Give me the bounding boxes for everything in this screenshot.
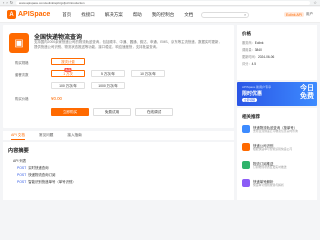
detail-value: 3840 bbox=[254, 48, 262, 52]
detail-value: 2024-06-06 bbox=[257, 55, 275, 59]
truck-icon: ▣ bbox=[9, 33, 29, 53]
address-bar[interactable]: www.apispace.com/eolink/api/zgsfjxc/intr… bbox=[16, 0, 311, 5]
browser-chrome: ‹ › ↻ www.apispace.com/eolink/api/zgsfjx… bbox=[0, 0, 320, 6]
nav-item-docs[interactable]: 文档 bbox=[184, 12, 193, 18]
promo-banner[interactable]: APISpace 新用户专享 限时优惠 立即领取 今日 免费 bbox=[237, 82, 317, 106]
search-input[interactable]: ⌕ bbox=[201, 11, 250, 18]
search-icon: ⌕ bbox=[244, 12, 247, 17]
count-option-label: 5 万次/年 bbox=[101, 72, 115, 76]
endpoint-item[interactable]: POST 智能识别快递单号（单号识别） bbox=[17, 179, 76, 184]
detail-key: 服务商： bbox=[242, 41, 255, 45]
nav-item-find-api[interactable]: 找接口 bbox=[81, 12, 95, 18]
nav-item-console[interactable]: 我的控制台 bbox=[152, 12, 175, 18]
count-option-1[interactable]: 热销 1 万次 bbox=[51, 68, 85, 77]
related-title: 相关推荐 bbox=[242, 114, 260, 119]
detail-value: 4.5 bbox=[251, 62, 256, 66]
logo-text: APISpace bbox=[18, 11, 51, 18]
related-item[interactable]: 物流订阅推送 订阅物流状态变更实时推送 bbox=[242, 161, 314, 175]
related-item[interactable]: 快递物流轨迹查询（按单号） 支持主流快递公司物流信息实时查询 bbox=[242, 125, 314, 139]
endpoint-item[interactable]: POST 实时快递查询 bbox=[17, 165, 49, 170]
promo-subtitle: APISpace 新用户专享 bbox=[242, 85, 272, 89]
buy-button[interactable]: 立即购买 bbox=[51, 108, 89, 116]
spec-label: 购买规格 bbox=[15, 61, 29, 65]
count-option-label: 1000 万次/年 bbox=[98, 84, 118, 88]
content-title: 内容摘要 bbox=[8, 148, 29, 154]
count-option-2[interactable]: 5 万次/年 bbox=[91, 70, 125, 77]
related-item[interactable]: 快递单号解析 快递单号规则校验与解析 bbox=[242, 179, 314, 193]
api-card: ▣ 全国快递物流查询 支持国内2000余家快递公司的物流轨迹查询，包括顺丰、中通… bbox=[3, 25, 234, 128]
url-text: www.apispace.com/eolink/api/zgsfjxc/intr… bbox=[19, 0, 85, 5]
tab-api-docs[interactable]: API 文档 bbox=[11, 133, 25, 140]
browser-nav: ‹ › ↻ bbox=[3, 0, 13, 5]
doc-tabs: API 文档 常见问题 接入指南 bbox=[3, 131, 234, 140]
related-desc: 支持主流快递公司物流信息实时查询 bbox=[253, 129, 298, 133]
endpoint-item[interactable]: POST 快递物流查询订阅 bbox=[17, 172, 55, 177]
promo-headline: 限时优惠 bbox=[242, 91, 263, 97]
top-nav: A APISpace 首页 找接口 解决方案 帮助 我的控制台 文档 ⌕ Eol… bbox=[0, 7, 320, 23]
trial-button[interactable]: 免费试用 bbox=[93, 108, 131, 116]
spec-option[interactable]: 按次计费 bbox=[51, 58, 85, 65]
endpoint-name: 快递物流查询订阅 bbox=[28, 173, 56, 177]
api-icon bbox=[242, 179, 250, 187]
tab-faq[interactable]: 常见问题 bbox=[39, 133, 53, 138]
content-section: 内容摘要 API 列表 POST 实时快递查询 POST 快递物流查询订阅 POST… bbox=[3, 142, 234, 200]
price-value: ¥0.00 bbox=[51, 96, 62, 101]
method-label: POST bbox=[17, 166, 27, 170]
logo-mark: A bbox=[7, 10, 16, 19]
test-button[interactable]: 在线调试 bbox=[135, 108, 173, 116]
count-label: 套餐次数 bbox=[15, 73, 29, 77]
count-option-label: 10 万次/年 bbox=[140, 72, 156, 76]
method-label: POST bbox=[17, 173, 27, 177]
api-icon bbox=[242, 125, 250, 133]
endpoint-name: 实时快递查询 bbox=[28, 166, 49, 170]
promo-big-text: 今日 免费 bbox=[300, 85, 314, 100]
count-option-5[interactable]: 1000 万次/年 bbox=[91, 82, 125, 89]
detail-line: 更新时间：2024-06-06 bbox=[242, 54, 274, 59]
api-icon bbox=[242, 161, 250, 169]
detail-line: 评分：4.5 bbox=[242, 61, 256, 66]
detail-card: 价格 服务商：Eolink 调用量：3840 更新时间：2024-06-06 评… bbox=[237, 25, 317, 80]
nav-item-solutions[interactable]: 解决方案 bbox=[105, 12, 123, 18]
tab-guide[interactable]: 接入指南 bbox=[67, 133, 81, 138]
back-icon[interactable]: ‹ bbox=[3, 0, 4, 5]
forward-icon[interactable]: › bbox=[6, 0, 7, 5]
endpoint-name: 智能识别快递单号（单号识别） bbox=[28, 180, 76, 184]
detail-key: 调用量： bbox=[242, 48, 255, 52]
spec-option-label: 按次计费 bbox=[61, 60, 75, 64]
count-option-4[interactable]: 100 万次/年 bbox=[51, 82, 85, 89]
api-list-label: API 列表 bbox=[13, 159, 27, 163]
related-item[interactable]: 快递公司识别 根据快递单号智能识别快递公司 bbox=[242, 143, 314, 157]
related-panel: 相关推荐 快递物流轨迹查询（按单号） 支持主流快递公司物流信息实时查询 快递公司… bbox=[237, 108, 317, 200]
api-icon bbox=[242, 143, 250, 151]
detail-key: 更新时间： bbox=[242, 55, 258, 59]
detail-key: 评分： bbox=[242, 62, 252, 66]
user-area: Eolink API 用户 bbox=[284, 12, 313, 17]
related-desc: 快递单号规则校验与解析 bbox=[253, 183, 284, 187]
logo[interactable]: A APISpace bbox=[7, 10, 50, 19]
detail-value: Eolink bbox=[254, 41, 264, 45]
star-icon[interactable]: ☆ bbox=[313, 0, 317, 5]
related-desc: 根据快递单号智能识别快递公司 bbox=[253, 147, 293, 151]
count-option-label: 100 万次/年 bbox=[59, 84, 77, 88]
promo-button[interactable]: 立即领取 bbox=[242, 98, 258, 102]
reload-icon[interactable]: ↻ bbox=[10, 0, 13, 5]
user-name[interactable]: 用户 bbox=[306, 12, 313, 17]
api-description: 支持国内2000余家快递公司的物流轨迹查询，包括顺丰、中通、圆通、韵达、申通、E… bbox=[34, 40, 222, 49]
nav-item-home[interactable]: 首页 bbox=[62, 12, 71, 18]
related-desc: 订阅物流状态变更实时推送 bbox=[253, 165, 287, 169]
price-label: 购买价格 bbox=[15, 97, 29, 101]
count-option-3[interactable]: 10 万次/年 bbox=[131, 70, 165, 77]
nav-item-help[interactable]: 帮助 bbox=[133, 12, 142, 18]
nav-menu: 首页 找接口 解决方案 帮助 我的控制台 文档 bbox=[62, 12, 193, 18]
detail-line: 调用量：3840 bbox=[242, 47, 262, 52]
method-label: POST bbox=[17, 180, 27, 184]
detail-line: 服务商：Eolink bbox=[242, 40, 263, 45]
eolink-pill[interactable]: Eolink API bbox=[284, 12, 304, 17]
hot-badge: 热销 bbox=[64, 68, 72, 72]
detail-title: 价格 bbox=[242, 31, 251, 36]
